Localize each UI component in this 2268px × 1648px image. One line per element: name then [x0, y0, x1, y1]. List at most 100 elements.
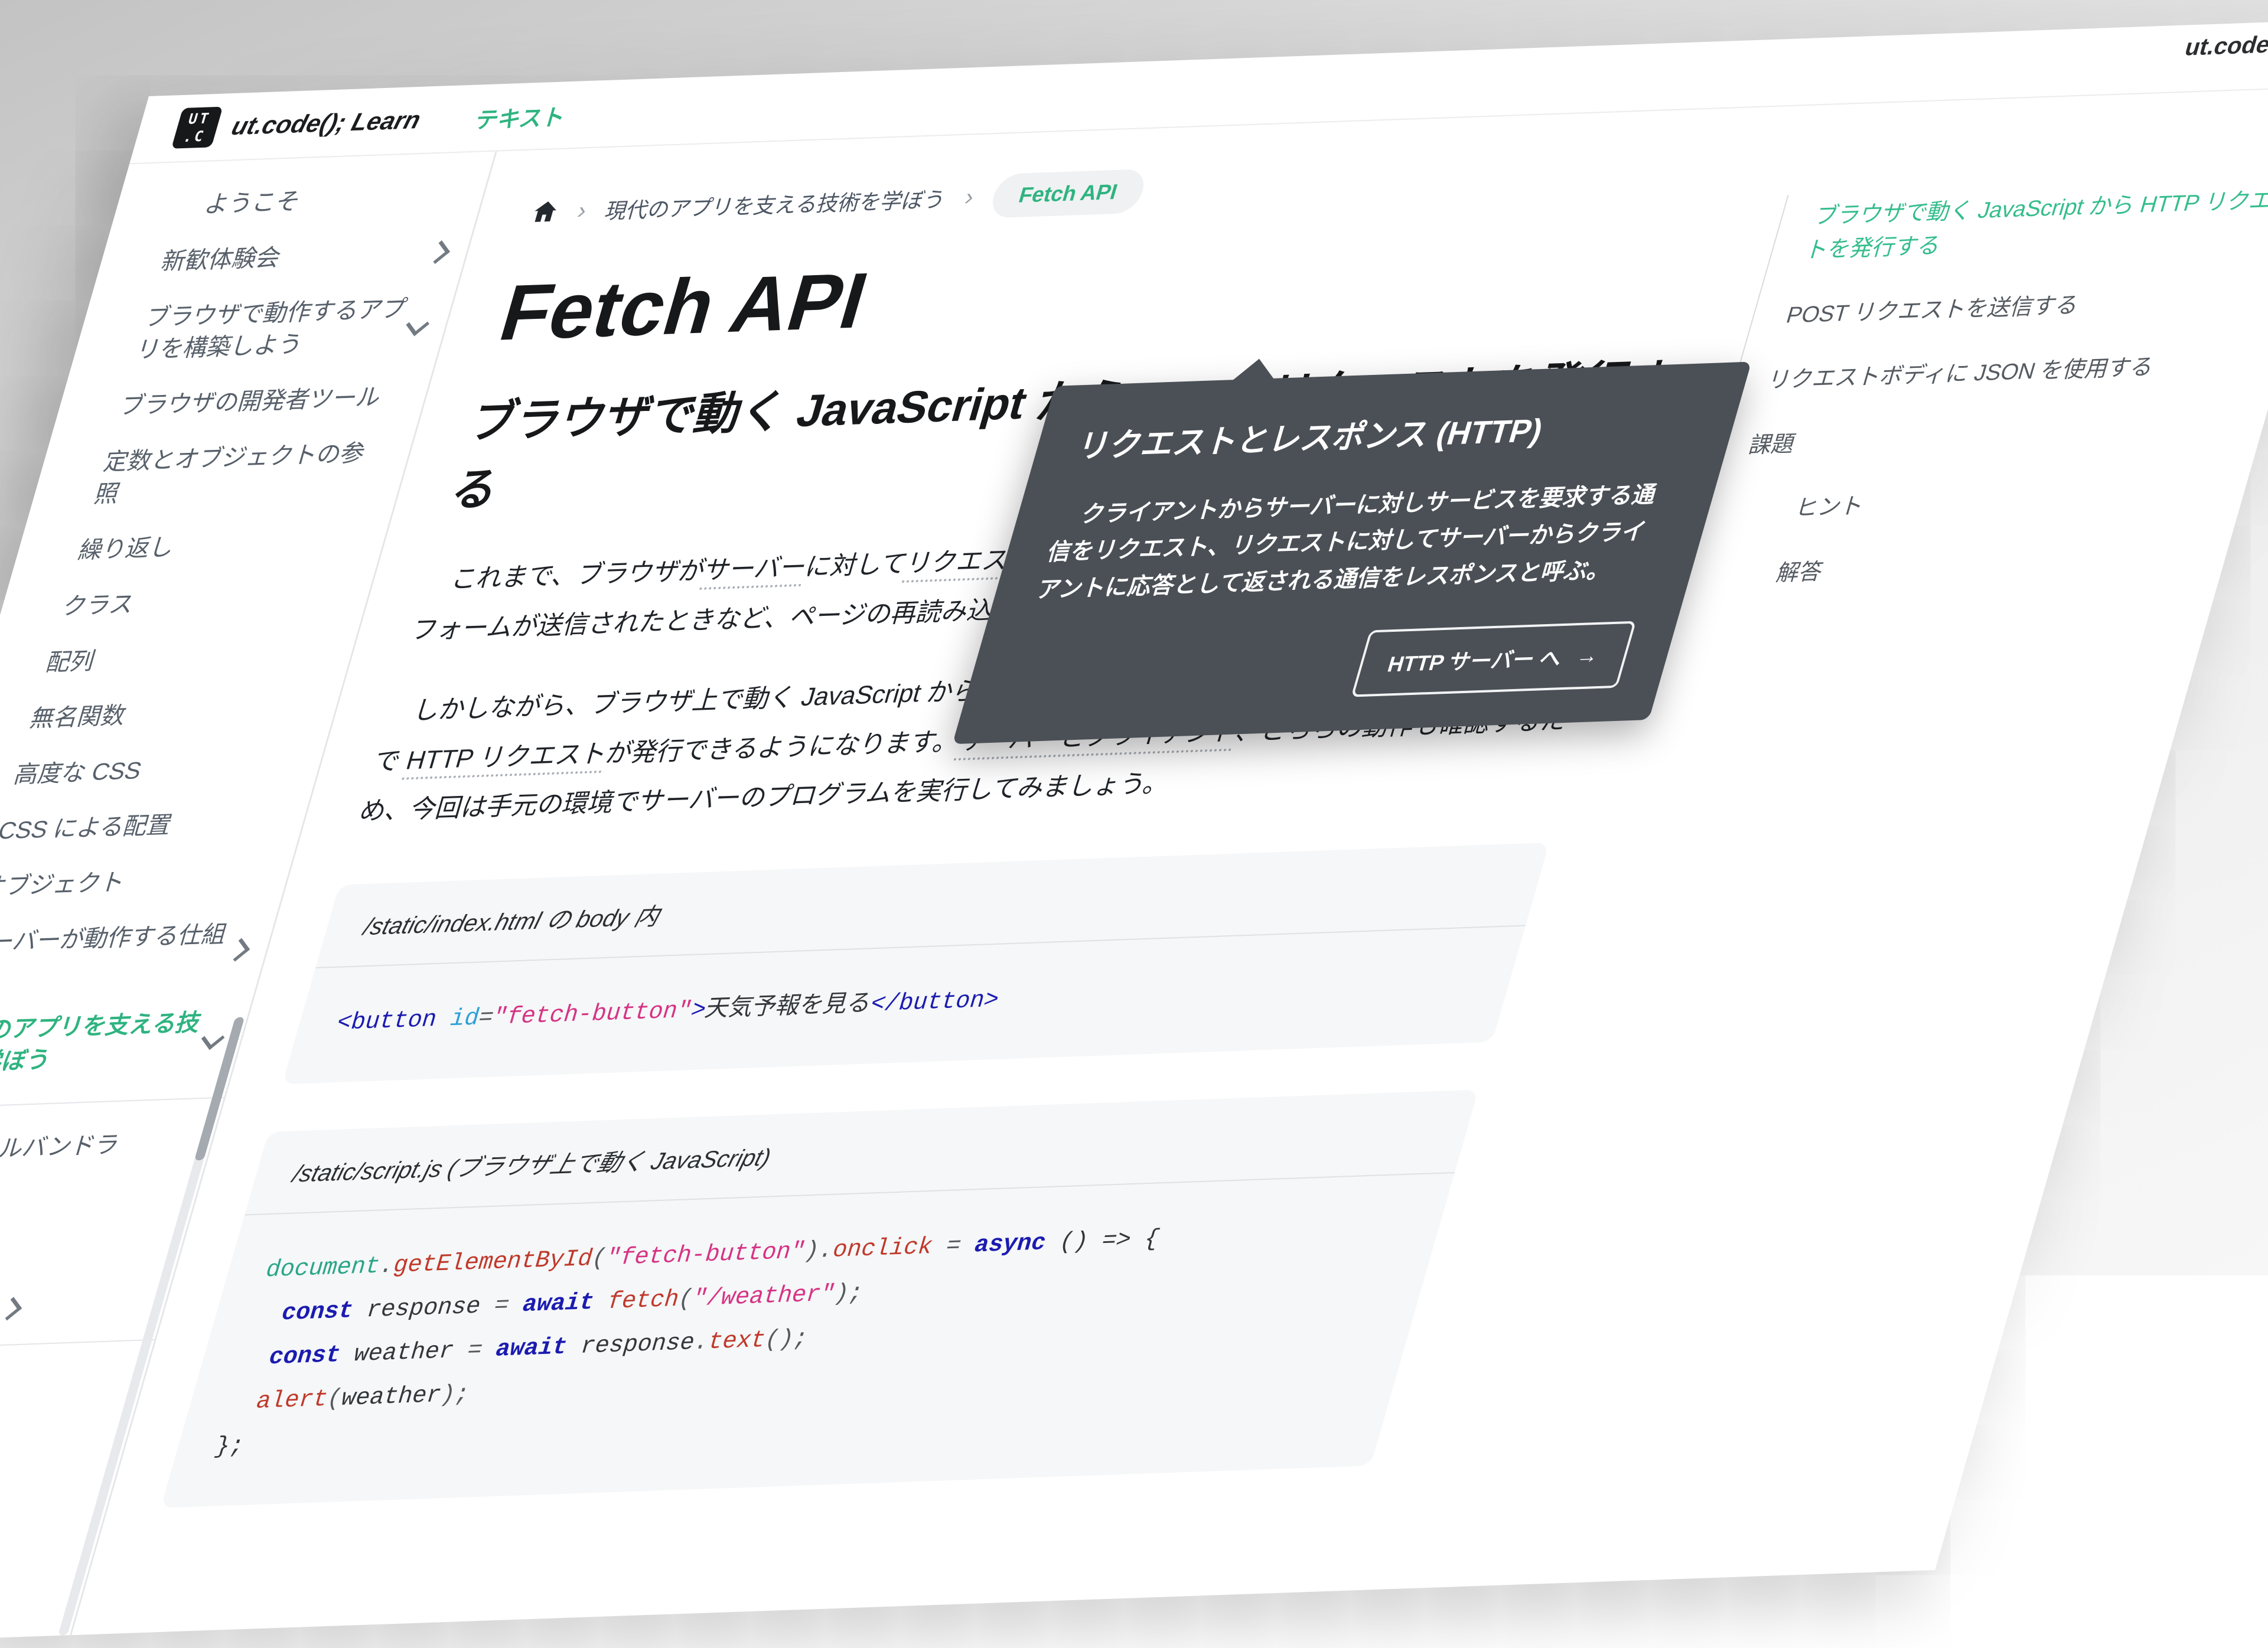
sidebar-item[interactable]: ようこそ — [170, 168, 471, 234]
code-token: document — [262, 1254, 383, 1284]
sidebar-item-label: 繰り返し — [74, 531, 178, 567]
code-token: 天気予報を見る — [702, 991, 875, 1024]
code-token: alert — [253, 1386, 331, 1416]
sidebar-item[interactable]: サーバーが動作する仕組み — [0, 905, 259, 1003]
toc-item[interactable]: リクエストボディに JSON を使用する — [1764, 347, 2268, 398]
chevron-down-icon — [201, 1026, 225, 1050]
sidebar-item-label: サーバーが動作する仕組み — [0, 918, 231, 992]
text-run: が発行できるようになります。 — [602, 727, 963, 768]
logo-line1: UT — [186, 109, 213, 128]
sidebar-item[interactable]: 繰り返し — [71, 513, 372, 579]
arrow-right-icon: → — [1573, 643, 1602, 669]
logo-line2: .C — [181, 128, 208, 146]
sidebar-item[interactable]: 配列 — [39, 625, 340, 691]
browser-page: UT .C ut.code(); Learn テキスト ut.code(); よ… — [0, 18, 2268, 1648]
text-run: に対して — [802, 549, 911, 581]
sidebar-item[interactable]: オブジェクト — [0, 849, 275, 915]
code-token: const — [278, 1298, 356, 1327]
code-token: onclick — [829, 1234, 936, 1264]
code-token: <button — [333, 1007, 440, 1037]
utcode-logo-icon[interactable]: UT .C — [171, 107, 223, 149]
code-token: response — [563, 1330, 698, 1361]
layout-columns: ようこそ新歓体験会ブラウザで動作するアプリを構築しようブラウザの開発者ツール定数… — [0, 86, 2268, 1648]
toc-item[interactable]: 課題 — [1745, 412, 2250, 463]
toc-item[interactable]: ヒント — [1726, 477, 2231, 528]
code-token: "fetch-button" — [602, 1238, 809, 1272]
external-site-link[interactable]: ut.code(); — [2182, 28, 2268, 62]
nav-link-text[interactable]: テキスト — [472, 99, 571, 135]
breadcrumb-parent-link[interactable]: 現代のアプリを支える技術を学ぼう — [602, 182, 950, 226]
sidebar-item-label: CSS による配置 — [0, 809, 176, 847]
code-token: text — [705, 1327, 769, 1356]
code-token: () => { — [1041, 1226, 1162, 1257]
toc-item[interactable]: POST リクエストを送信する — [1782, 282, 2268, 333]
sidebar-item[interactable]: 新歓体験会 — [154, 224, 455, 290]
sidebar-item-label: ブラウザで動作するアプリを構築しよう — [132, 293, 410, 367]
code-token: weather — [336, 1337, 471, 1369]
sidebar-item[interactable]: ブラウザの開発者ツール — [113, 368, 413, 435]
brand-title[interactable]: ut.code(); Learn — [229, 106, 424, 141]
sidebar-item-label: 現代のアプリを支える技術を学ぼう — [0, 1007, 206, 1081]
sidebar-item[interactable]: ブラウザで動作するアプリを構築しよう — [129, 280, 439, 378]
code-card-js: /static/script.js (ブラウザ上で動く JavaScript) … — [161, 1090, 1478, 1508]
chevron-down-icon — [406, 312, 429, 336]
breadcrumb-separator-icon: › — [575, 197, 590, 224]
code-token: getElementById — [390, 1246, 596, 1280]
external-site-label: ut.code(); — [2182, 30, 2268, 61]
chevron-right-icon — [227, 938, 250, 962]
toc-list: ブラウザで動く JavaScript から HTTP リクエストを発行する POS… — [1707, 182, 2268, 593]
code-token: (); — [761, 1326, 812, 1354]
tooltip-body: クライアントからサーバーに対しサービスを要求する通信をリクエスト、リクエストに対… — [1032, 476, 1678, 609]
sidebar-item[interactable]: クラス — [55, 569, 356, 635]
sidebar-item[interactable]: 現代のアプリを支える技術を学ぼう — [0, 994, 234, 1092]
sidebar-item-label: 定数とオブジェクトの参照 — [91, 437, 369, 511]
sidebar-item[interactable]: CSS による配置 — [0, 793, 291, 859]
sidebar-item-label: 配列 — [43, 645, 99, 679]
breadcrumb-current-badge: Fetch API — [987, 169, 1149, 218]
code-token: "/weather" — [689, 1281, 838, 1313]
term-tooltip: リクエストとレスポンス (HTTP) クライアントからサーバーに対しサービスを要… — [952, 362, 1751, 745]
sidebar-item-label: 高度な CSS — [10, 755, 145, 791]
sidebar-item-label: 無名関数 — [27, 700, 131, 735]
breadcrumb-separator-icon: › — [962, 184, 977, 211]
tooltip-http-server-button[interactable]: HTTP サーバー へ → — [1351, 621, 1636, 697]
sidebar-divider — [0, 1097, 224, 1111]
sidebar-item-label: 新歓体験会 — [158, 242, 285, 278]
code-token: </button> — [866, 987, 1002, 1019]
toc-item[interactable]: 解答 — [1707, 542, 2212, 593]
code-token: weather — [337, 1382, 444, 1412]
sidebar-item-label: ようこそ — [174, 185, 305, 222]
sidebar-item[interactable]: 高度な CSS — [7, 737, 308, 803]
glossary-term[interactable]: HTTP リクエスト — [402, 739, 611, 779]
code-token: fetch — [604, 1287, 682, 1316]
toc-item[interactable]: ブラウザで動く JavaScript から HTTP リクエストを発行する — [1801, 182, 2268, 268]
sidebar-item[interactable]: 無名関数 — [23, 681, 324, 747]
page-title: Fetch API — [490, 226, 1726, 358]
chevron-right-icon — [0, 1297, 22, 1320]
sidebar-item[interactable]: モジュールバンドラ — [0, 1114, 199, 1180]
sidebar-item-label: オブジェクト — [0, 866, 129, 903]
sidebar-item[interactable] — [0, 1284, 151, 1334]
home-icon[interactable] — [529, 198, 562, 226]
code-token: }; — [211, 1433, 247, 1461]
chevron-right-icon — [426, 240, 450, 264]
sidebar-item-label: ブラウザの開発者ツール — [116, 381, 385, 422]
tooltip-button-label: HTTP サーバー へ — [1384, 641, 1566, 678]
glossary-term[interactable]: サーバー — [699, 553, 810, 590]
sidebar-item-label: クラス — [58, 588, 138, 623]
code-token: async — [970, 1230, 1049, 1259]
code-block-js: document.getElementById("fetch-button").… — [161, 1173, 1455, 1508]
code-card-html: /static/index.html の body 内 <button id="… — [282, 843, 1550, 1084]
code-token: await — [519, 1290, 597, 1319]
code-token: await — [492, 1334, 571, 1364]
code-token: response — [348, 1293, 498, 1325]
sidebar-divider — [0, 1339, 155, 1353]
sidebar-item[interactable]: 定数とオブジェクトの参照 — [87, 425, 397, 523]
desktop-background: UT .C ut.code(); Learn テキスト ut.code(); よ… — [0, 0, 2268, 1275]
code-token: "fetch-button" — [489, 998, 695, 1032]
breadcrumb: › 現代のアプリを支える技術を学ぼう › Fetch API — [526, 148, 1748, 234]
tooltip-title: リクエストとレスポンス (HTTP) — [1071, 402, 1699, 471]
sidebar-item-label: モジュールバンドラ — [0, 1129, 123, 1169]
text-run: これまで、ブラウザが — [448, 556, 709, 593]
code-token: const — [265, 1342, 344, 1372]
